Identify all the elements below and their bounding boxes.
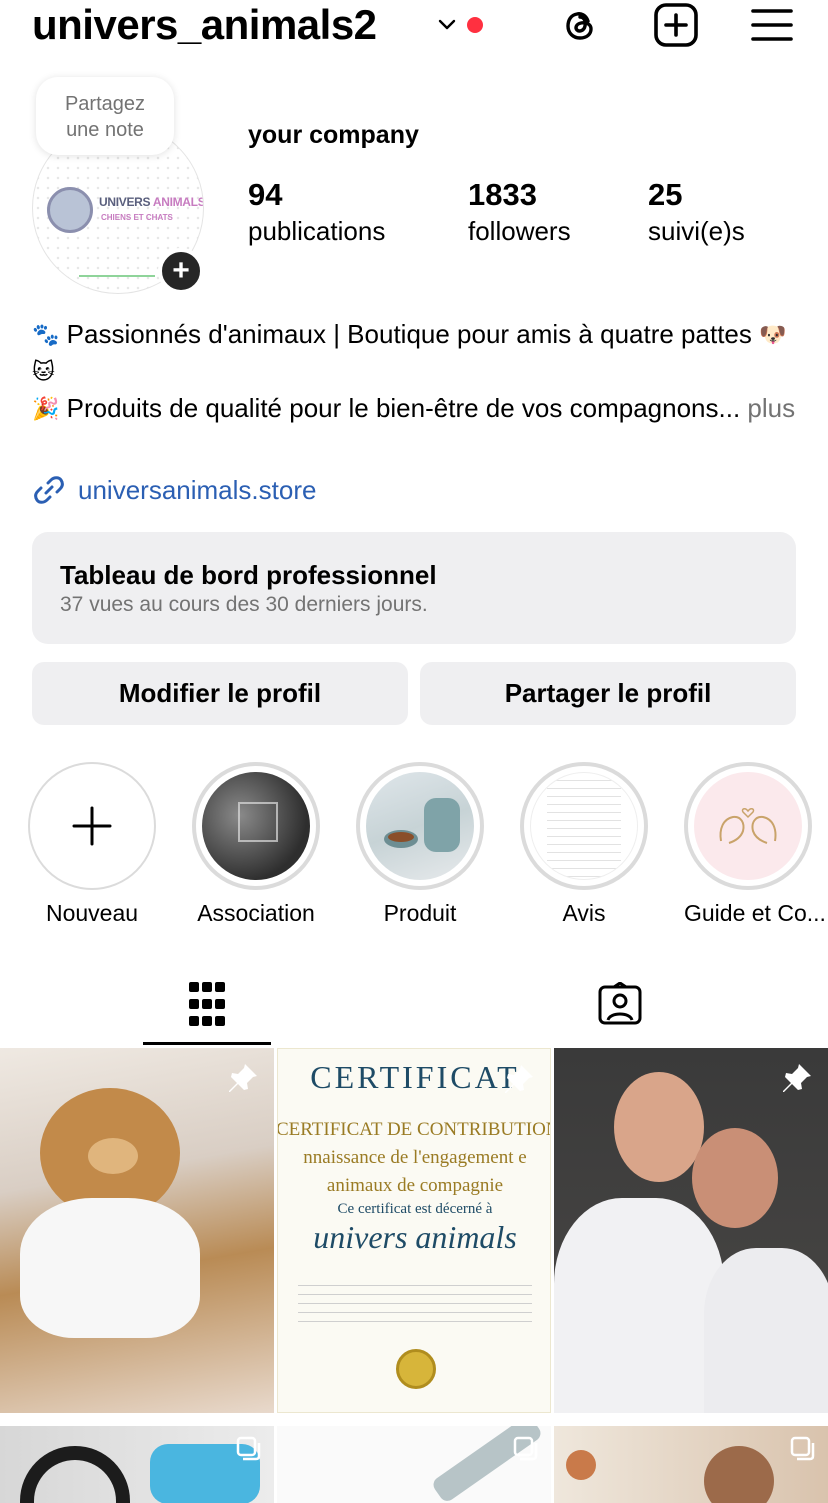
bio-line-1: Passionnés d'animaux | Boutique pour ami…	[66, 319, 752, 349]
logo-subtext: CHIENS ET CHATS	[101, 213, 173, 222]
highlight-ring	[684, 762, 812, 890]
note-line-2: une note	[66, 119, 144, 141]
highlight-product[interactable]: Produit	[356, 762, 484, 928]
multiple-posts-icon	[513, 1436, 538, 1461]
threads-icon[interactable]	[557, 2, 603, 48]
paw-emoji: 🐾	[32, 322, 60, 347]
certificate-line: animaux de compagnie	[326, 1175, 504, 1196]
top-bar: univers_animals2	[0, 0, 828, 52]
certificate-line: Ce certificat est décerné à	[337, 1201, 493, 1217]
highlight-label: Produit	[383, 900, 457, 926]
profile-tabs	[0, 962, 828, 1046]
dogs-drawing-icon	[719, 808, 777, 844]
active-tab-indicator	[143, 1042, 271, 1045]
highlight-new[interactable]: Nouveau	[28, 762, 156, 928]
highlight-image	[530, 772, 638, 880]
share-profile-button[interactable]: Partager le profil	[420, 662, 796, 725]
add-story-button[interactable]: +	[158, 248, 204, 294]
highlight-image	[202, 772, 310, 880]
party-emoji: 🎉	[32, 396, 60, 421]
tab-tagged[interactable]	[556, 962, 684, 1046]
highlight-label: Avis	[562, 900, 606, 926]
stat-value: 1833	[468, 177, 537, 212]
profile-name: your company	[248, 121, 419, 149]
post-people[interactable]	[554, 1426, 828, 1503]
highlight-image	[366, 772, 474, 880]
post-product-2[interactable]	[277, 1426, 551, 1503]
dog-emoji: 🐶	[759, 322, 787, 347]
post-collar[interactable]	[0, 1426, 274, 1503]
tagged-person-icon	[598, 982, 642, 1025]
highlight-label: Nouveau	[45, 900, 139, 926]
note-bubble[interactable]: Partagez une note	[36, 77, 174, 155]
highlight-image	[694, 772, 802, 880]
post-certificate[interactable]: CERTIFICAT CERTIFICAT DE CONTRIBUTION nn…	[277, 1048, 551, 1413]
dashboard-title: Tableau de bord professionnel	[60, 560, 437, 590]
certificate-line: nnaissance de l'engagement e	[303, 1147, 527, 1168]
edit-profile-button[interactable]: Modifier le profil	[32, 662, 408, 725]
pin-icon	[505, 1065, 533, 1093]
highlight-ring	[520, 762, 648, 890]
pin-icon	[783, 1064, 811, 1092]
create-icon[interactable]	[653, 2, 699, 48]
highlight-association[interactable]: Association	[192, 762, 320, 928]
stat-publications[interactable]: 94 publications	[248, 176, 385, 248]
highlight-label: Guide et Co...	[684, 900, 826, 926]
certificate-brand: univers animals	[313, 1219, 517, 1255]
highlight-reviews[interactable]: Avis	[520, 762, 648, 928]
highlight-label: Association	[197, 900, 315, 926]
grid-icon	[189, 982, 225, 1026]
cat-logo-icon	[47, 187, 93, 233]
menu-icon[interactable]	[749, 2, 795, 48]
stat-label: followers	[468, 216, 571, 246]
dashboard-subtitle: 37 vues au cours des 30 derniers jours.	[60, 593, 428, 616]
website-url: universanimals.store	[78, 474, 317, 505]
post-hoodies[interactable]	[554, 1048, 828, 1413]
highlight-ring	[356, 762, 484, 890]
stat-label: suivi(e)s	[648, 216, 745, 246]
link-icon	[34, 476, 64, 504]
bio-line-2: Produits de qualité pour le bien-être de…	[66, 393, 741, 423]
notification-dot	[467, 17, 483, 33]
professional-dashboard[interactable]: Tableau de bord professionnel 37 vues au…	[32, 532, 796, 644]
bio-more-link[interactable]: plus	[747, 393, 795, 423]
highlight-ring	[28, 762, 156, 890]
note-line-1: Partagez	[64, 93, 146, 115]
stat-value: 25	[648, 177, 683, 212]
tab-posts-grid[interactable]	[143, 962, 271, 1046]
pin-icon	[229, 1064, 257, 1092]
stat-following[interactable]: 25 suivi(e)s	[648, 176, 745, 248]
logo-text: UNIVERS ANIMALS	[99, 195, 204, 209]
username[interactable]: univers_animals2	[32, 0, 377, 50]
highlight-ring	[192, 762, 320, 890]
stat-followers[interactable]: 1833 followers	[468, 176, 571, 248]
cat-emoji: 🐱	[32, 359, 55, 384]
multiple-posts-icon	[790, 1436, 815, 1461]
stat-value: 94	[248, 177, 283, 212]
website-link[interactable]: universanimals.store	[32, 472, 316, 508]
highlight-guide[interactable]: Guide et Co...	[684, 762, 826, 928]
divider	[79, 275, 155, 277]
chevron-down-icon[interactable]	[436, 14, 458, 36]
certificate-line: CERTIFICAT DE CONTRIBUTION	[277, 1119, 551, 1140]
plus-icon	[72, 806, 112, 846]
multiple-posts-icon	[236, 1436, 261, 1461]
post-teddy-bear[interactable]	[0, 1048, 274, 1413]
stat-label: publications	[248, 216, 386, 246]
bio: 🐾 Passionnés d'animaux | Boutique pour a…	[32, 316, 802, 427]
